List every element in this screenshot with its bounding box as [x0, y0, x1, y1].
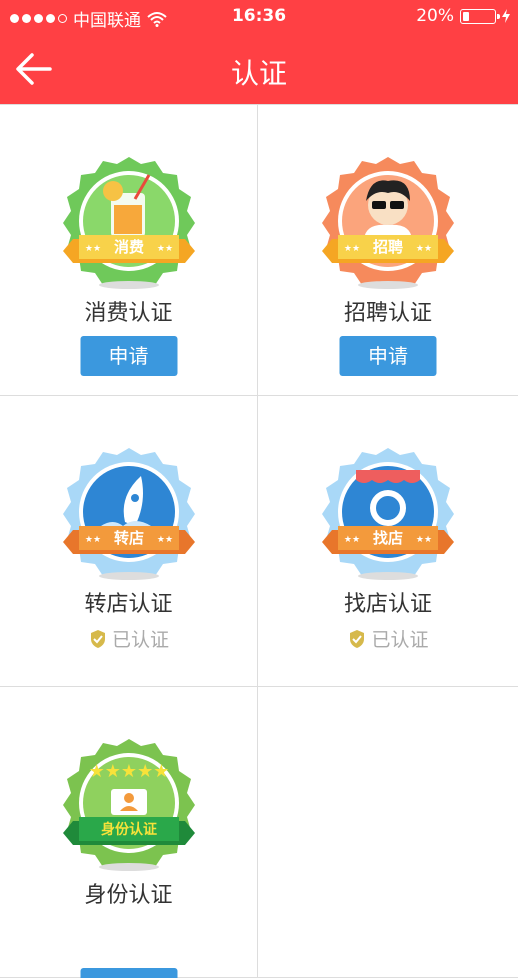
badge-ribbon-text: 消费	[113, 238, 143, 256]
id-card-badge-icon: ★★★★★ 身份认证	[62, 739, 195, 871]
card-identity: ★★★★★ 身份认证 身份认证	[0, 687, 258, 978]
storefront-badge-icon: 找店 ★★ ★★	[322, 448, 454, 580]
svg-text:★★: ★★	[156, 244, 172, 254]
svg-text:★★: ★★	[344, 244, 360, 254]
badge-ribbon-text: 转店	[113, 529, 143, 547]
verified-status: 已认证	[258, 625, 518, 652]
card-shop-transfer: 转店 ★★ ★★ 转店认证 已认证	[0, 396, 258, 687]
battery-percent: 20%	[416, 6, 454, 26]
svg-text:★★: ★★	[416, 244, 432, 254]
rocket-badge-icon: 转店 ★★ ★★	[62, 448, 195, 580]
svg-text:★★: ★★	[156, 535, 172, 545]
apply-button[interactable]: 申请	[339, 336, 437, 376]
card-shop-search: 找店 ★★ ★★ 找店认证 已认证	[258, 396, 518, 687]
juice-badge-icon: 消费 ★★ ★★	[62, 157, 195, 289]
nav-bar: 认证	[0, 34, 518, 104]
verified-label: 已认证	[371, 629, 429, 651]
badge-ribbon-text: 招聘	[373, 238, 403, 256]
recruiter-badge-icon: 招聘 ★★ ★★	[322, 157, 454, 289]
svg-text:★★: ★★	[416, 535, 432, 545]
card-title: 消费认证	[84, 301, 173, 326]
certification-grid: 消费 ★★ ★★ 消费认证 申请 招聘 ★★ ★★ 招聘认证 申请 转店 ★★ …	[0, 104, 518, 978]
card-title: 转店认证	[84, 592, 173, 617]
verified-label: 已认证	[111, 629, 169, 651]
svg-text:★★★★★: ★★★★★	[88, 761, 169, 782]
svg-text:★★: ★★	[84, 535, 100, 545]
card-recruitment: 招聘 ★★ ★★ 招聘认证 申请	[258, 105, 518, 396]
charging-icon	[502, 9, 510, 23]
badge-ribbon-text: 身份认证	[101, 821, 157, 838]
verified-status: 已认证	[0, 625, 257, 652]
page-title: 认证	[230, 57, 287, 90]
card-title: 招聘认证	[343, 301, 432, 326]
card-title: 找店认证	[343, 592, 432, 617]
apply-button[interactable]: 申请	[80, 336, 177, 376]
card-consumption: 消费 ★★ ★★ 消费认证 申请	[0, 105, 258, 396]
svg-text:★★: ★★	[344, 535, 360, 545]
apply-button-partial[interactable]	[80, 968, 177, 978]
svg-text:★★: ★★	[84, 244, 100, 254]
verified-check-icon	[350, 629, 365, 648]
badge-ribbon-text: 找店	[373, 529, 403, 547]
verified-check-icon	[90, 629, 105, 648]
status-bar: 中国联通 16:36 20%	[0, 0, 518, 34]
card-title: 身份认证	[84, 883, 173, 908]
empty-cell	[258, 687, 518, 978]
battery-icon	[460, 8, 500, 24]
